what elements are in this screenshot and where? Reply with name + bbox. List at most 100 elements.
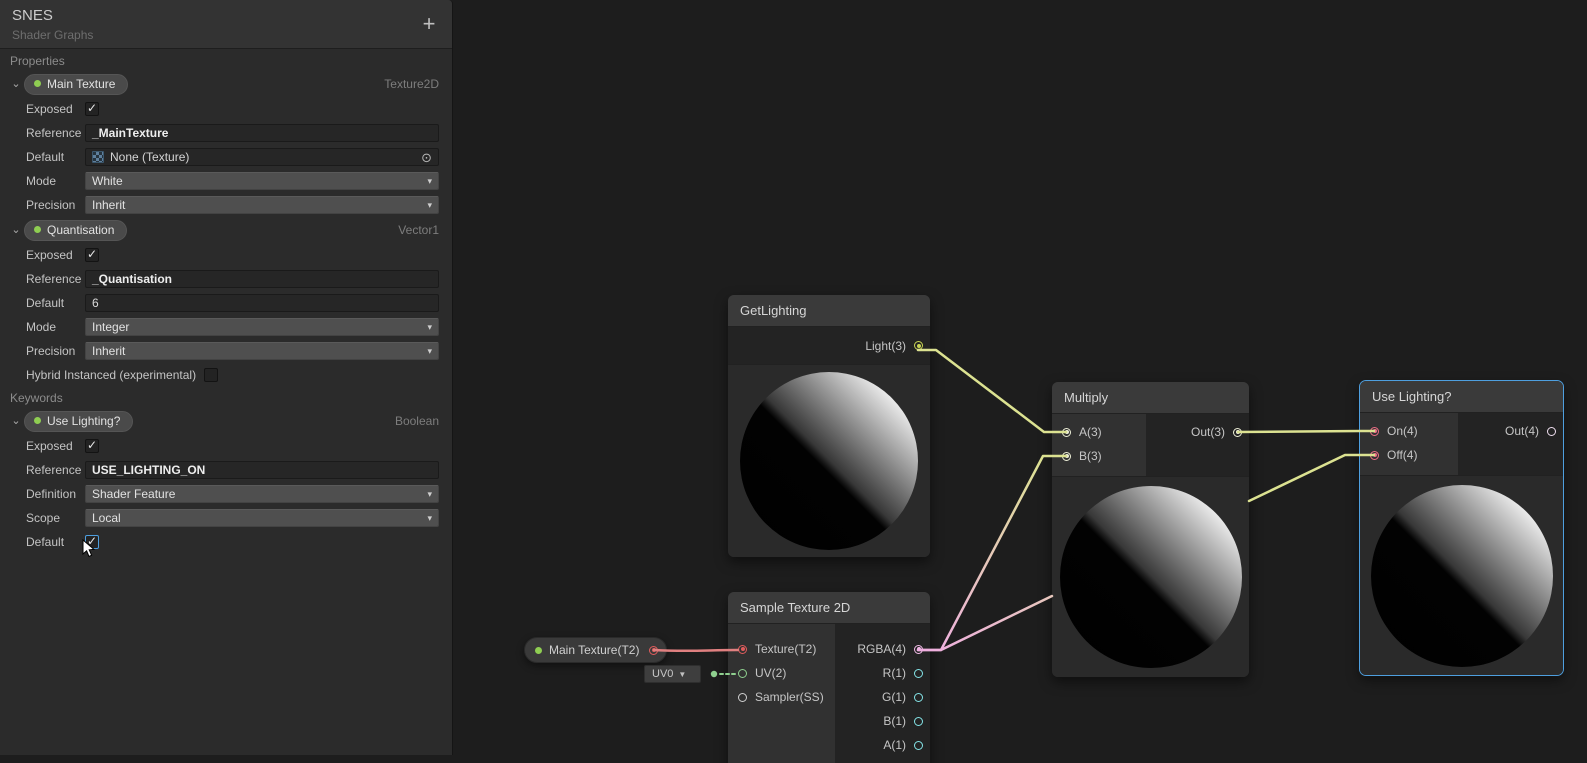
- output-ports: RGBA(4) R(1) G(1) B(1) A(1): [835, 624, 930, 763]
- preview-sphere: [1371, 485, 1553, 667]
- property-node-label: Main Texture(T2): [549, 643, 639, 657]
- mode-dropdown[interactable]: White ▾: [85, 172, 439, 190]
- precision-dropdown[interactable]: Inherit ▾: [85, 196, 439, 214]
- node-preview: [728, 364, 930, 557]
- check-icon: ✓: [87, 247, 97, 261]
- chevron-down-icon[interactable]: ⌄: [8, 77, 24, 91]
- port-uv-input[interactable]: [738, 669, 747, 678]
- node-preview: [1052, 476, 1249, 677]
- port-b1-output[interactable]: [914, 717, 923, 726]
- check-icon: ✓: [87, 534, 97, 548]
- port-row: Sampler(SS): [728, 685, 835, 709]
- port-row: G(1): [835, 685, 930, 709]
- keyword-pill-label: Use Lighting?: [47, 414, 120, 428]
- precision-row: Precision Inherit ▾: [26, 193, 439, 217]
- port-r1-output[interactable]: [914, 669, 923, 678]
- port-sampler-input[interactable]: [738, 693, 747, 702]
- port-row: A(1): [835, 733, 930, 757]
- property-pill-label: Main Texture: [47, 77, 115, 91]
- node-multiply[interactable]: Multiply A(3) B(3) Out(3): [1052, 382, 1249, 677]
- scope-dropdown[interactable]: Local ▾: [85, 509, 439, 527]
- port-row: Texture(T2): [728, 637, 835, 661]
- hybrid-instanced-row: Hybrid Instanced (experimental): [26, 363, 439, 387]
- keyword-default-checkbox[interactable]: ✓: [85, 535, 99, 549]
- port-out4-output[interactable]: [1547, 427, 1556, 436]
- exposed-checkbox[interactable]: ✓: [85, 439, 99, 453]
- reference-field[interactable]: _Quantisation: [85, 270, 439, 288]
- uv-channel-dropdown[interactable]: UV0 ▼: [644, 665, 701, 683]
- property-pill-label: Quantisation: [47, 223, 114, 237]
- definition-dropdown[interactable]: Shader Feature ▾: [85, 485, 439, 503]
- default-row: Default None (Texture) ⊙: [26, 145, 439, 169]
- node-title[interactable]: Multiply: [1052, 382, 1249, 414]
- edge-rgba-to-off[interactable]: [1249, 455, 1374, 501]
- blackboard-body: Properties ⌄ Main Texture Texture2D Expo…: [0, 49, 452, 554]
- node-main-texture-property[interactable]: Main Texture(T2): [524, 637, 667, 663]
- reference-field[interactable]: USE_LIGHTING_ON: [85, 461, 439, 479]
- default-row: Default 6: [26, 291, 439, 315]
- node-use-lighting[interactable]: Use Lighting? On(4) Off(4) Out(4): [1360, 381, 1563, 675]
- add-property-button[interactable]: +: [418, 12, 440, 38]
- keyword-pill-use-lighting[interactable]: Use Lighting?: [24, 411, 133, 432]
- edge-out-to-on[interactable]: [1238, 431, 1374, 432]
- port-a1-output[interactable]: [914, 741, 923, 750]
- definition-row: Definition Shader Feature ▾: [26, 482, 439, 506]
- port-g1-output[interactable]: [914, 693, 923, 702]
- exposed-row: Exposed ✓: [26, 243, 439, 267]
- port-texture-input[interactable]: [738, 645, 747, 654]
- property-pill-main-texture[interactable]: Main Texture: [24, 74, 128, 95]
- property-dot-icon: [535, 647, 542, 654]
- preview-sphere: [740, 372, 918, 550]
- keyword-row-use-lighting: ⌄ Use Lighting? Boolean: [0, 408, 452, 434]
- exposed-checkbox[interactable]: ✓: [85, 102, 99, 116]
- edge-light-to-a[interactable]: [918, 350, 1066, 432]
- input-ports: Texture(T2) UV(2) Sampler(SS): [728, 624, 835, 763]
- precision-row: Precision Inherit ▾: [26, 339, 439, 363]
- chevron-down-icon[interactable]: ⌄: [8, 414, 24, 428]
- port-row: RGBA(4): [835, 637, 930, 661]
- input-ports: On(4) Off(4): [1360, 413, 1458, 475]
- reference-row: Reference _MainTexture: [26, 121, 439, 145]
- texture-object-field[interactable]: None (Texture) ⊙: [85, 148, 439, 166]
- node-title[interactable]: Sample Texture 2D: [728, 592, 930, 624]
- reference-field[interactable]: _MainTexture: [85, 124, 439, 142]
- default-value-field[interactable]: 6: [85, 294, 439, 312]
- exposed-dot-icon: [34, 417, 41, 424]
- mode-row: Mode Integer ▾: [26, 315, 439, 339]
- blackboard-panel: SNES Shader Graphs + Properties ⌄ Main T…: [0, 0, 453, 755]
- node-title[interactable]: Use Lighting?: [1360, 381, 1563, 413]
- node-getlighting[interactable]: GetLighting Light(3): [728, 295, 930, 557]
- caret-down-icon: ▾: [427, 346, 432, 357]
- node-title[interactable]: GetLighting: [728, 295, 930, 327]
- mode-row: Mode White ▾: [26, 169, 439, 193]
- caret-down-icon: ▼: [678, 670, 686, 679]
- property-pill-quantisation[interactable]: Quantisation: [24, 220, 127, 241]
- edge-maintexture-to-texture[interactable]: [654, 650, 738, 651]
- check-icon: ✓: [87, 101, 97, 115]
- node-sample-texture-2d[interactable]: Sample Texture 2D Texture(T2) UV(2) Samp…: [728, 592, 930, 763]
- property-type-label: Texture2D: [384, 77, 439, 91]
- object-field-value: None (Texture): [110, 150, 189, 164]
- caret-down-icon: ▾: [427, 513, 432, 524]
- keyword-default-row: Default ✓: [26, 530, 439, 554]
- edge-rgba-to-off[interactable]: [918, 596, 1052, 650]
- property-type-label: Vector1: [398, 223, 439, 237]
- check-icon: ✓: [87, 438, 97, 452]
- port-row: Out(4): [1458, 419, 1563, 443]
- port-light3-output[interactable]: [914, 341, 923, 350]
- port-row: UV(2): [728, 661, 835, 685]
- chevron-down-icon[interactable]: ⌄: [8, 223, 24, 237]
- precision-dropdown[interactable]: Inherit ▾: [85, 342, 439, 360]
- exposed-checkbox[interactable]: ✓: [85, 248, 99, 262]
- port-row: R(1): [835, 661, 930, 685]
- output-ports: Out(4): [1458, 413, 1563, 475]
- object-picker-icon[interactable]: ⊙: [421, 151, 432, 164]
- hybrid-instanced-checkbox[interactable]: [204, 368, 218, 382]
- output-ports: Out(3): [1146, 414, 1249, 476]
- preview-sphere: [1060, 486, 1242, 668]
- edge-rgba-to-b[interactable]: [918, 456, 1066, 650]
- mode-dropdown[interactable]: Integer ▾: [85, 318, 439, 336]
- node-preview: [1360, 475, 1563, 675]
- graph-subtitle: Shader Graphs: [12, 27, 440, 43]
- port-row: Out(3): [1146, 420, 1249, 444]
